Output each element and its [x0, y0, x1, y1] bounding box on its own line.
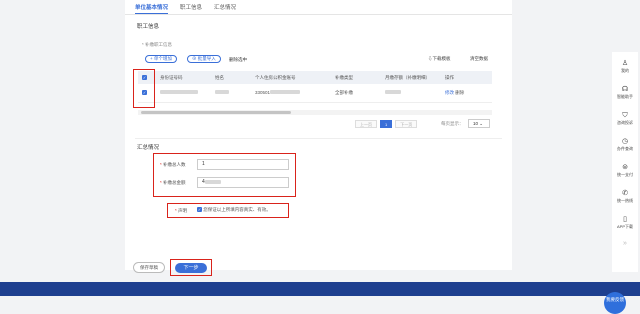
highlight-next-button [170, 259, 212, 276]
redacted-name [215, 90, 229, 95]
payment-icon: ⊜ [622, 164, 628, 171]
cell-actions: 修改 删除 [441, 84, 492, 103]
double-chevron-right-icon: » [623, 240, 627, 247]
chevron-down-icon: ⌄ [479, 121, 484, 126]
rail-label-query: 办件查询 [617, 146, 633, 151]
pagination: 上一页 1 下一页 [355, 120, 418, 128]
account-prefix: 330501 [255, 90, 271, 96]
highlight-summary-fields [153, 153, 296, 197]
download-template-link[interactable]: ⇩下载模板 [428, 56, 451, 62]
page-footer [0, 282, 640, 296]
add-single-button[interactable]: + 单个增加 [145, 55, 177, 63]
next-page-button[interactable]: 下一页 [395, 120, 418, 128]
table-row: ✓ 330501 全部补缴 修改 删除 [138, 84, 492, 103]
col-type: 补缴类型 [331, 71, 381, 84]
tab-bar: 单位基本情况 职工信息 汇总情况 [135, 2, 236, 14]
rail-item-query[interactable]: ◷ 办件查询 [612, 138, 638, 151]
tab-worker-info[interactable]: 职工信息 [180, 2, 202, 14]
rail-item-payment[interactable]: ⊜ 统一支付 [612, 164, 638, 177]
section-title-workers: 职工信息 [137, 24, 160, 30]
feedback-button[interactable]: 我要反馈 [604, 292, 626, 314]
col-actions: 操作 [441, 71, 492, 84]
user-icon: ♙ [621, 60, 629, 67]
feedback-label: 我要反馈 [606, 297, 624, 302]
download-template-label: 下载模板 [432, 56, 451, 61]
highlight-checkbox-column [133, 69, 155, 108]
rail-item-hotline[interactable]: ✆ 统一热线 [612, 190, 638, 203]
rail-item-mine[interactable]: ♙ 我的 [612, 60, 638, 73]
rail-collapse[interactable]: » [612, 240, 638, 248]
tab-divider [125, 14, 512, 15]
per-page-label: 每页显示： [441, 121, 464, 126]
cell-account: 330501 [251, 84, 331, 103]
cell-type: 全部补缴 [331, 84, 381, 103]
highlight-declaration [167, 203, 289, 218]
main-card: 单位基本情况 职工信息 汇总情况 职工信息 * 补缴职工信息 + 单个增加 ⊕ … [125, 0, 512, 273]
cell-monthly [381, 84, 441, 103]
col-account: 个人住房公积金账号 [251, 71, 331, 84]
rail-label-payment: 统一支付 [617, 172, 633, 177]
phone-icon: ✆ [622, 190, 628, 197]
section-title-summary: 汇总情况 [137, 145, 160, 151]
prev-page-button[interactable]: 上一页 [355, 120, 377, 128]
cell-name [211, 84, 251, 103]
batch-import-label: 批量导入 [197, 56, 216, 61]
modify-link[interactable]: 修改 [445, 90, 454, 95]
shield-icon: ⛉ [622, 112, 628, 119]
worker-table: ✓ 身份证号码 姓名 个人住房公积金账号 补缴类型 月缴存额（补缴明细） 操作 … [138, 71, 492, 103]
workers-subtitle: * 补缴职工信息 [142, 42, 173, 47]
col-id: 身份证号码 [156, 71, 211, 84]
redacted-account [270, 90, 301, 95]
history-icon: ◷ [621, 138, 629, 145]
clear-data-link[interactable]: 清空数据 [470, 56, 488, 62]
rail-item-app[interactable]: ▯ APP下载 [612, 216, 638, 229]
redacted-id [160, 90, 198, 95]
headset-icon: ☊ [621, 86, 629, 93]
rail-label-mine: 我的 [621, 68, 629, 73]
rail-label-hotline: 统一热线 [617, 198, 633, 203]
save-draft-button[interactable]: 保存草稿 [133, 262, 165, 273]
per-page-select[interactable]: 10 ⌄ [468, 119, 490, 128]
page-1-button[interactable]: 1 [380, 120, 393, 128]
col-name: 姓名 [211, 71, 251, 84]
table-scrollbar[interactable] [138, 110, 492, 115]
tab-unit-basic[interactable]: 单位基本情况 [135, 2, 169, 14]
table-header-row: ✓ 身份证号码 姓名 个人住房公积金账号 补缴类型 月缴存额（补缴明细） 操作 [138, 71, 492, 84]
rail-label-app: APP下载 [616, 224, 633, 229]
rail-item-complaint[interactable]: ⛉ 咨询投诉 [612, 112, 638, 125]
rail-label-complaint: 咨询投诉 [617, 120, 633, 125]
cell-id [156, 84, 211, 103]
section-divider [135, 138, 502, 139]
rail-label-assistant: 智能助手 [617, 94, 633, 99]
delete-row-link[interactable]: 删除 [455, 90, 464, 95]
redacted-monthly [385, 90, 401, 95]
batch-import-button[interactable]: ⊕ 批量导入 [187, 55, 221, 63]
tab-summary[interactable]: 汇总情况 [214, 2, 236, 14]
right-service-rail: ♙ 我的 ☊ 智能助手 ⛉ 咨询投诉 ◷ 办件查询 ⊜ 统一支付 ✆ 统一热线 ▯ APP下载… [612, 52, 638, 272]
mobile-icon: ▯ [623, 216, 627, 223]
col-monthly: 月缴存额（补缴明细） [381, 71, 441, 84]
delete-selected-button[interactable]: 删除选中 [229, 56, 247, 64]
per-page-value: 10 [473, 121, 479, 126]
scrollbar-thumb[interactable] [141, 111, 291, 114]
rail-item-assistant[interactable]: ☊ 智能助手 [612, 86, 638, 99]
